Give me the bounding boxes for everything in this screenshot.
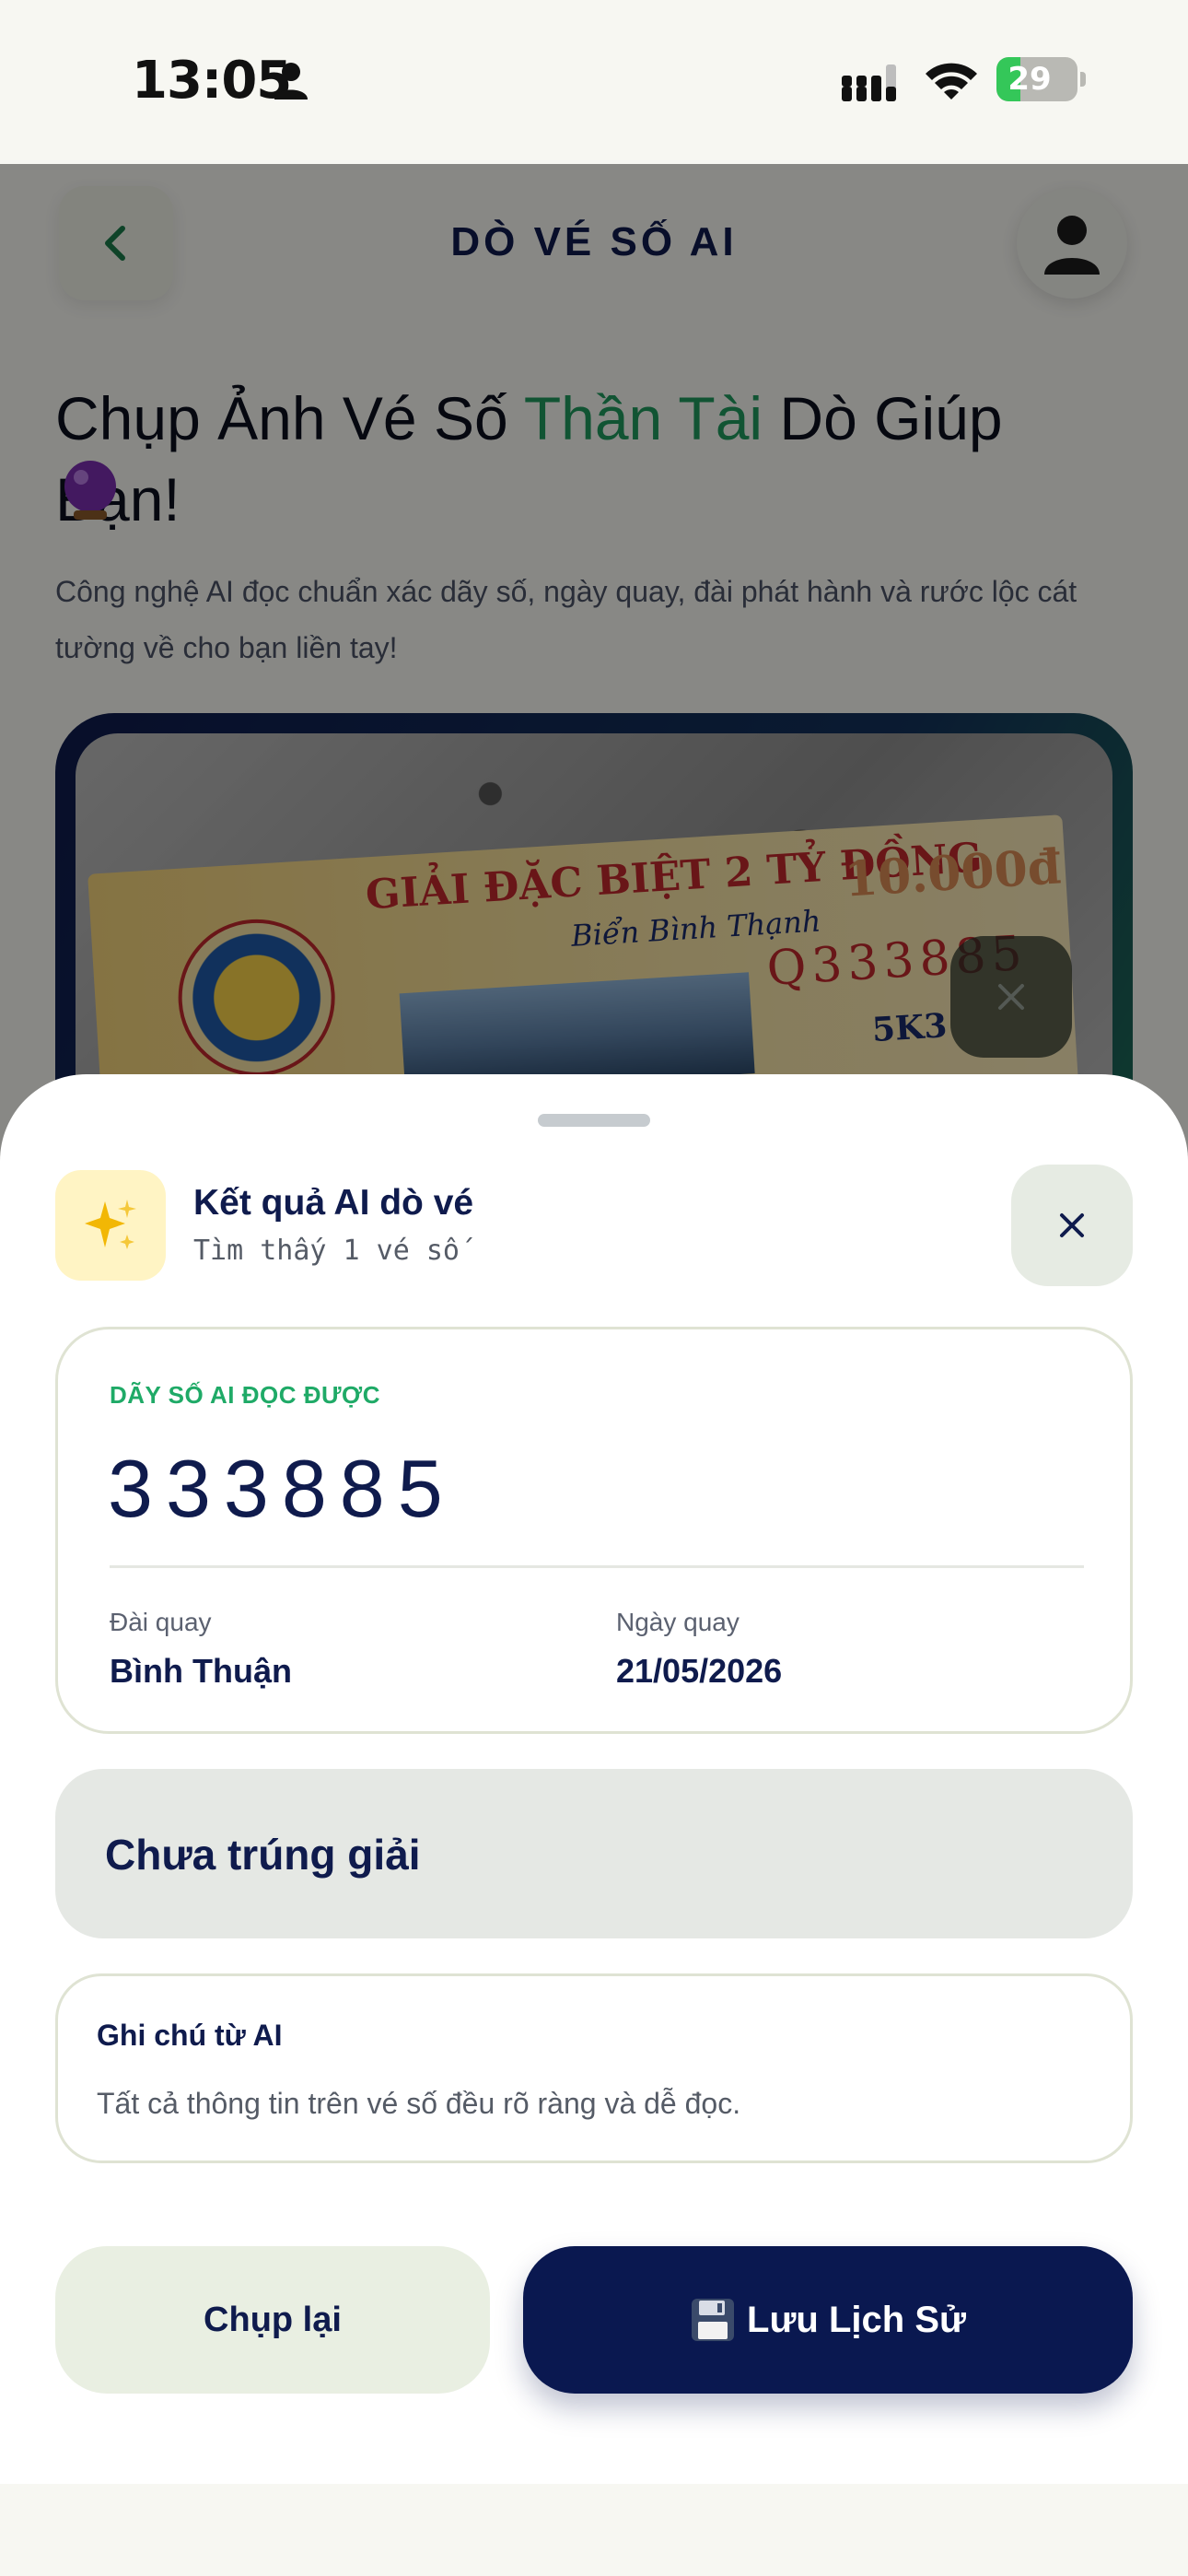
detected-number-value: 333885 (108, 1443, 456, 1534)
sheet-icon-box (55, 1170, 166, 1281)
result-status-card: Chưa trúng giải (55, 1769, 1133, 1938)
ai-result-sheet: Kết quả AI dò vé Tìm thấy 1 vé số DÃY SỐ… (0, 1074, 1188, 2484)
ai-note-text: Tất cả thông tin trên vé số đều rõ ràng … (97, 2087, 741, 2120)
ai-note-title: Ghi chú từ AI (97, 2019, 283, 2052)
draw-date-value: 21/05/2026 (616, 1652, 783, 1690)
battery-percentage: 29 (1007, 61, 1052, 98)
sheet-drag-handle[interactable] (538, 1114, 650, 1127)
detected-number-label: DÃY SỐ AI ĐỌC ĐƯỢC (110, 1381, 380, 1409)
retake-button[interactable]: Chụp lại (55, 2246, 490, 2394)
result-status-text: Chưa trúng giải (105, 1831, 421, 1879)
sparkles-icon (85, 1200, 136, 1249)
floppy-disk-icon (692, 2299, 735, 2341)
cellular-signal-icon (842, 64, 896, 101)
sheet-subtitle: Tìm thấy 1 vé số (193, 1235, 460, 1267)
person-status-icon (274, 63, 308, 100)
battery-indicator: 29 (996, 57, 1086, 101)
station-label: Đài quay (110, 1608, 212, 1636)
ai-note-card: Ghi chú từ AI Tất cả thông tin trên vé s… (55, 1973, 1133, 2163)
save-history-button-label: Lưu Lịch Sử (747, 2299, 966, 2340)
retake-button-label: Chụp lại (204, 2300, 342, 2339)
close-icon (1060, 1213, 1084, 1237)
divider (110, 1565, 1084, 1568)
save-history-button[interactable]: Lưu Lịch Sử (523, 2246, 1133, 2394)
wifi-icon (926, 63, 977, 100)
home-indicator-area (0, 2484, 1188, 2576)
sheet-title: Kết quả AI dò vé (193, 1183, 474, 1223)
detected-number-card: DÃY SỐ AI ĐỌC ĐƯỢC 333885 Đài quay Bình … (55, 1327, 1133, 1734)
status-bar: 13:05 29 (0, 0, 1188, 164)
draw-date-label: Ngày quay (616, 1608, 740, 1636)
close-sheet-button[interactable] (1011, 1165, 1133, 1286)
station-value: Bình Thuận (110, 1652, 292, 1690)
status-time: 13:05 (132, 51, 292, 111)
